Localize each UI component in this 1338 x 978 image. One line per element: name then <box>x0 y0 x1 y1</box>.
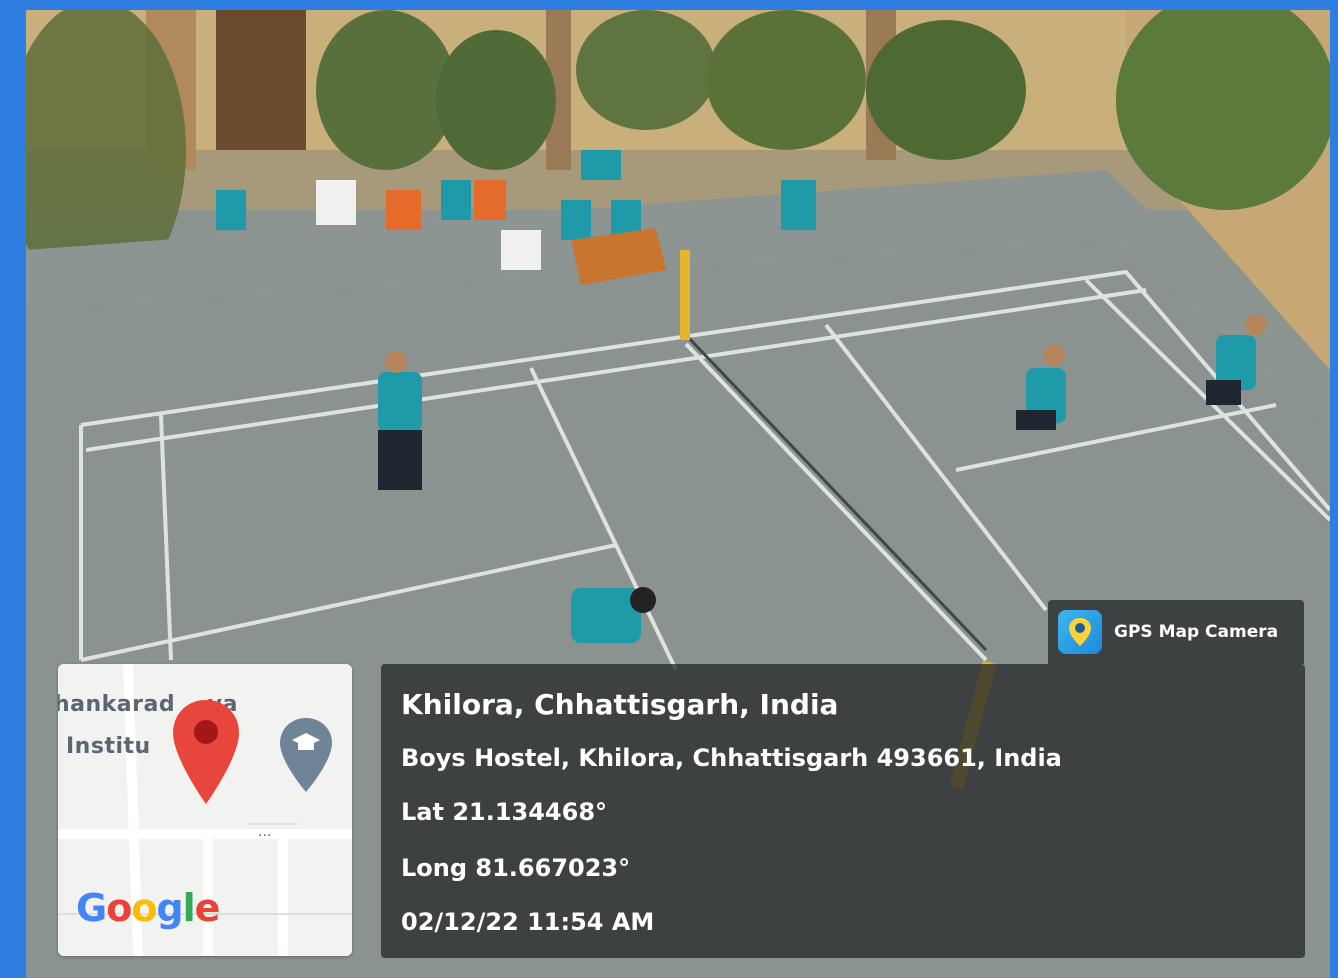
education-place-icon <box>280 718 332 792</box>
gps-map-camera-icon <box>1058 610 1102 654</box>
gps-map-camera-badge: GPS Map Camera <box>1048 600 1304 664</box>
google-logo: Google <box>76 886 220 930</box>
datetime-line: 02/12/22 11:54 AM <box>401 908 655 936</box>
svg-text:...: ... <box>258 824 271 840</box>
latitude-line: Lat 21.134468° <box>401 798 608 826</box>
longitude-line: Long 81.667023° <box>401 854 631 882</box>
address-line: Boys Hostel, Khilora, Chhattisgarh 49366… <box>401 744 1062 772</box>
location-title: Khilora, Chhattisgarh, India <box>401 688 839 721</box>
app-name-label: GPS Map Camera <box>1114 622 1279 642</box>
location-info-panel: Khilora, Chhattisgarh, India Boys Hostel… <box>381 664 1305 958</box>
location-pin-icon <box>173 700 239 804</box>
map-thumbnail: ... hankarad ya Institu f... Google <box>58 664 352 956</box>
map-pin-glyph <box>1069 618 1091 646</box>
